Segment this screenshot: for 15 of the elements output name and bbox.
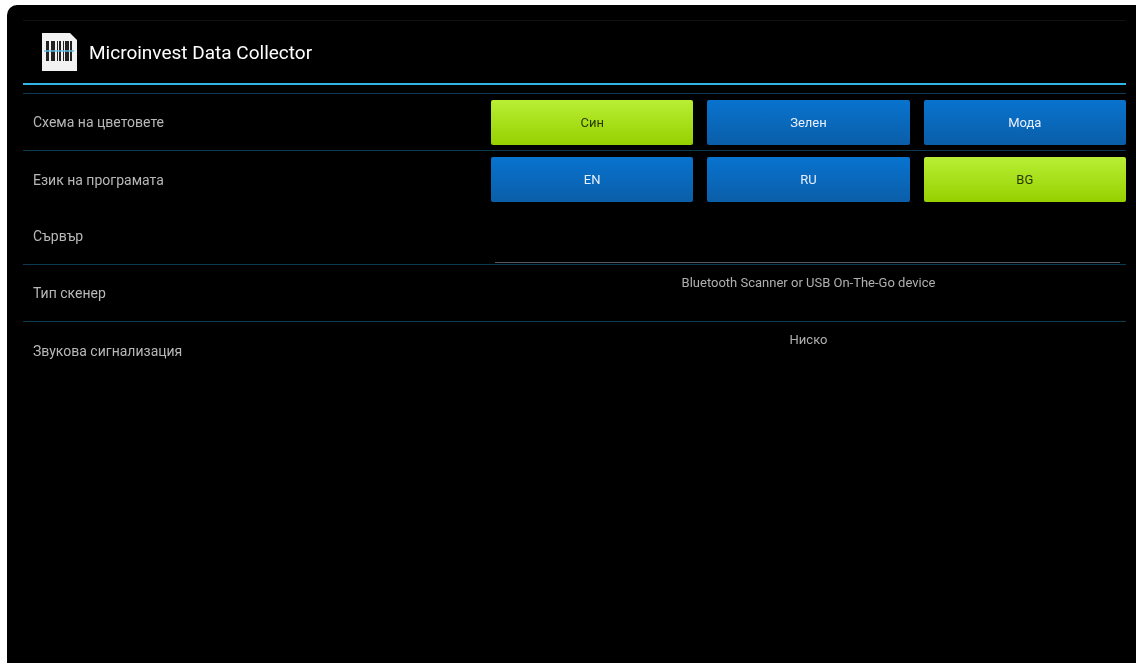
option-button[interactable]: RU: [707, 157, 910, 202]
app-title: Microinvest Data Collector: [89, 40, 313, 64]
setting-label: Схема на цветовете: [32, 114, 166, 130]
setting-value[interactable]: Bluetooth Scanner or USB On-The-Go device: [491, 275, 1126, 290]
barcode-app-icon: [39, 31, 79, 73]
setting-label: Език на програмата: [32, 171, 165, 188]
setting-value[interactable]: Ниско: [491, 332, 1126, 347]
setting-label: Звукова сигнализация: [32, 342, 184, 359]
option-button[interactable]: EN: [491, 157, 694, 202]
option-button[interactable]: Син: [491, 99, 694, 145]
option-button[interactable]: Зелен: [707, 99, 910, 145]
setting-label: Тип скенер: [32, 285, 107, 301]
option-button[interactable]: Мода: [923, 99, 1126, 145]
option-button[interactable]: BG: [923, 157, 1126, 202]
setting-label: Сървър: [32, 228, 85, 244]
